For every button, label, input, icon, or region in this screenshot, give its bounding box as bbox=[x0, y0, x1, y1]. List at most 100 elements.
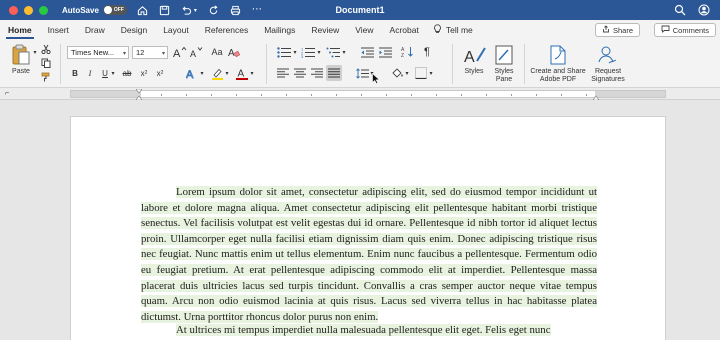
home-icon[interactable] bbox=[137, 5, 148, 16]
underline-dropdown-icon[interactable]: ▾ bbox=[110, 67, 116, 79]
undo-icon[interactable] bbox=[181, 5, 192, 16]
save-icon[interactable] bbox=[159, 5, 170, 16]
comments-button[interactable]: Comments bbox=[653, 23, 716, 37]
selected-text[interactable]: At ultrices mi tempus imperdiet nulla ma… bbox=[176, 324, 551, 336]
numbering-dropdown-icon[interactable]: ▾ bbox=[316, 45, 322, 59]
font-color-icon[interactable]: A bbox=[235, 66, 249, 80]
multilevel-list-icon[interactable] bbox=[325, 45, 341, 59]
tab-layout[interactable]: Layout bbox=[155, 20, 197, 40]
tell-me[interactable]: Tell me bbox=[427, 24, 473, 36]
decrease-indent-icon[interactable] bbox=[360, 45, 374, 59]
change-case-icon[interactable]: Aa bbox=[210, 45, 224, 59]
tab-insert[interactable]: Insert bbox=[40, 20, 77, 40]
sort-icon[interactable]: AZ bbox=[400, 45, 414, 59]
styles-pane-label[interactable]: Styles Pane bbox=[488, 68, 520, 84]
paste-dropdown-icon[interactable]: ▾ bbox=[32, 48, 38, 56]
align-center-icon[interactable] bbox=[293, 67, 307, 79]
redo-icon[interactable] bbox=[208, 5, 219, 16]
bullets-dropdown-icon[interactable]: ▾ bbox=[292, 45, 298, 59]
bullets-icon[interactable] bbox=[276, 45, 292, 59]
ruler-right-margin bbox=[595, 91, 665, 97]
share-button[interactable]: Share bbox=[594, 23, 640, 37]
numbering-icon[interactable]: 123 bbox=[300, 45, 316, 59]
strikethrough-button[interactable]: ab bbox=[120, 67, 134, 79]
tab-mailings[interactable]: Mailings bbox=[256, 20, 303, 40]
search-icon[interactable] bbox=[674, 4, 686, 16]
italic-button[interactable]: I bbox=[84, 67, 96, 79]
ruler-track bbox=[70, 90, 666, 98]
more-icon[interactable]: ⋯ bbox=[252, 5, 262, 15]
account-icon[interactable] bbox=[698, 4, 710, 16]
subscript-button[interactable]: x2 bbox=[137, 67, 151, 79]
font-color-dropdown-icon[interactable]: ▾ bbox=[249, 67, 255, 79]
highlight-color-icon[interactable] bbox=[210, 66, 224, 80]
borders-dropdown-icon[interactable]: ▾ bbox=[428, 67, 434, 79]
ruler-left-margin bbox=[71, 91, 141, 97]
align-left-icon[interactable] bbox=[276, 67, 290, 79]
chevron-down-icon: ▾ bbox=[122, 51, 126, 57]
create-pdf-icon[interactable] bbox=[548, 44, 568, 66]
minimize-window-button[interactable] bbox=[24, 5, 33, 15]
autosave-toggle[interactable]: OFF bbox=[102, 5, 127, 15]
tab-design[interactable]: Design bbox=[113, 20, 155, 40]
paste-label[interactable]: Paste bbox=[8, 68, 34, 76]
font-name-combo[interactable]: Times New... ▾ bbox=[67, 46, 129, 59]
borders-icon[interactable] bbox=[414, 67, 428, 79]
text-effects-icon[interactable]: A bbox=[185, 66, 199, 80]
undo-dropdown-icon[interactable]: ▾ bbox=[194, 7, 197, 14]
paste-icon[interactable] bbox=[10, 44, 32, 66]
horizontal-ruler[interactable]: ⌐ bbox=[0, 88, 720, 100]
text-effects-dropdown-icon[interactable]: ▾ bbox=[199, 67, 205, 79]
zoom-window-button[interactable] bbox=[39, 5, 48, 15]
shading-dropdown-icon[interactable]: ▾ bbox=[404, 67, 410, 79]
create-share-pdf-label[interactable]: Create and Share Adobe PDF bbox=[526, 68, 590, 84]
multilevel-dropdown-icon[interactable]: ▾ bbox=[341, 45, 347, 59]
selected-text[interactable]: Lorem ipsum dolor sit amet, consectetur … bbox=[141, 186, 597, 323]
tab-draw[interactable]: Draw bbox=[77, 20, 113, 40]
align-right-icon[interactable] bbox=[310, 67, 324, 79]
right-indent-marker[interactable] bbox=[593, 94, 599, 100]
tab-home[interactable]: Home bbox=[0, 20, 40, 40]
close-window-button[interactable] bbox=[9, 5, 18, 15]
tab-references[interactable]: References bbox=[197, 20, 256, 40]
request-signatures-icon[interactable] bbox=[597, 44, 619, 66]
styles-label[interactable]: Styles bbox=[458, 68, 490, 76]
word-window: AutoSave OFF ▾ ⋯ Document1 Home Insert D… bbox=[0, 0, 720, 340]
copy-icon[interactable] bbox=[40, 57, 52, 69]
styles-pane-label-line2: Pane bbox=[495, 76, 513, 83]
print-icon[interactable] bbox=[230, 5, 241, 16]
body-paragraph-1[interactable]: Lorem ipsum dolor sit amet, consectetur … bbox=[141, 185, 597, 325]
hanging-indent-marker[interactable] bbox=[136, 94, 142, 100]
show-formatting-icon[interactable]: ¶ bbox=[420, 45, 434, 59]
bold-button[interactable]: B bbox=[69, 67, 81, 79]
svg-text:A: A bbox=[464, 49, 475, 65]
clear-formatting-icon[interactable]: A bbox=[227, 45, 241, 59]
tab-view[interactable]: View bbox=[347, 20, 381, 40]
cut-icon[interactable] bbox=[40, 43, 52, 55]
styles-pane-icon[interactable] bbox=[494, 44, 514, 66]
comment-icon bbox=[661, 25, 670, 35]
superscript-button[interactable]: x2 bbox=[153, 67, 167, 79]
increase-indent-icon[interactable] bbox=[378, 45, 392, 59]
styles-icon[interactable]: A bbox=[462, 44, 488, 66]
chevron-down-icon: ▾ bbox=[161, 51, 165, 57]
shrink-font-icon[interactable]: A bbox=[190, 45, 204, 59]
highlight-dropdown-icon[interactable]: ▾ bbox=[224, 67, 230, 79]
line-spacing-icon[interactable] bbox=[355, 67, 369, 79]
request-signatures-label[interactable]: Request Signatures bbox=[584, 68, 632, 84]
tab-stop-selector-icon[interactable]: ⌐ bbox=[3, 89, 11, 98]
mouse-pointer-icon bbox=[371, 72, 381, 84]
font-size-combo[interactable]: 12 ▾ bbox=[132, 46, 168, 59]
svg-text:3: 3 bbox=[301, 54, 304, 58]
tab-review[interactable]: Review bbox=[303, 20, 347, 40]
shading-icon[interactable] bbox=[390, 67, 404, 79]
format-painter-icon[interactable] bbox=[40, 71, 52, 83]
home-ribbon: Paste ▾ Times New... ▾ 12 ▾ A A Aa A B I U… bbox=[0, 40, 720, 88]
create-share-label-line2: Adobe PDF bbox=[539, 76, 577, 83]
document-page[interactable]: Lorem ipsum dolor sit amet, consectetur … bbox=[70, 116, 666, 340]
document-canvas[interactable]: Lorem ipsum dolor sit amet, consectetur … bbox=[0, 101, 720, 340]
body-paragraph-2[interactable]: At ultrices mi tempus imperdiet nulla ma… bbox=[141, 323, 597, 339]
tab-acrobat[interactable]: Acrobat bbox=[382, 20, 427, 40]
justify-button[interactable] bbox=[326, 65, 342, 81]
grow-font-icon[interactable]: A bbox=[173, 45, 187, 59]
